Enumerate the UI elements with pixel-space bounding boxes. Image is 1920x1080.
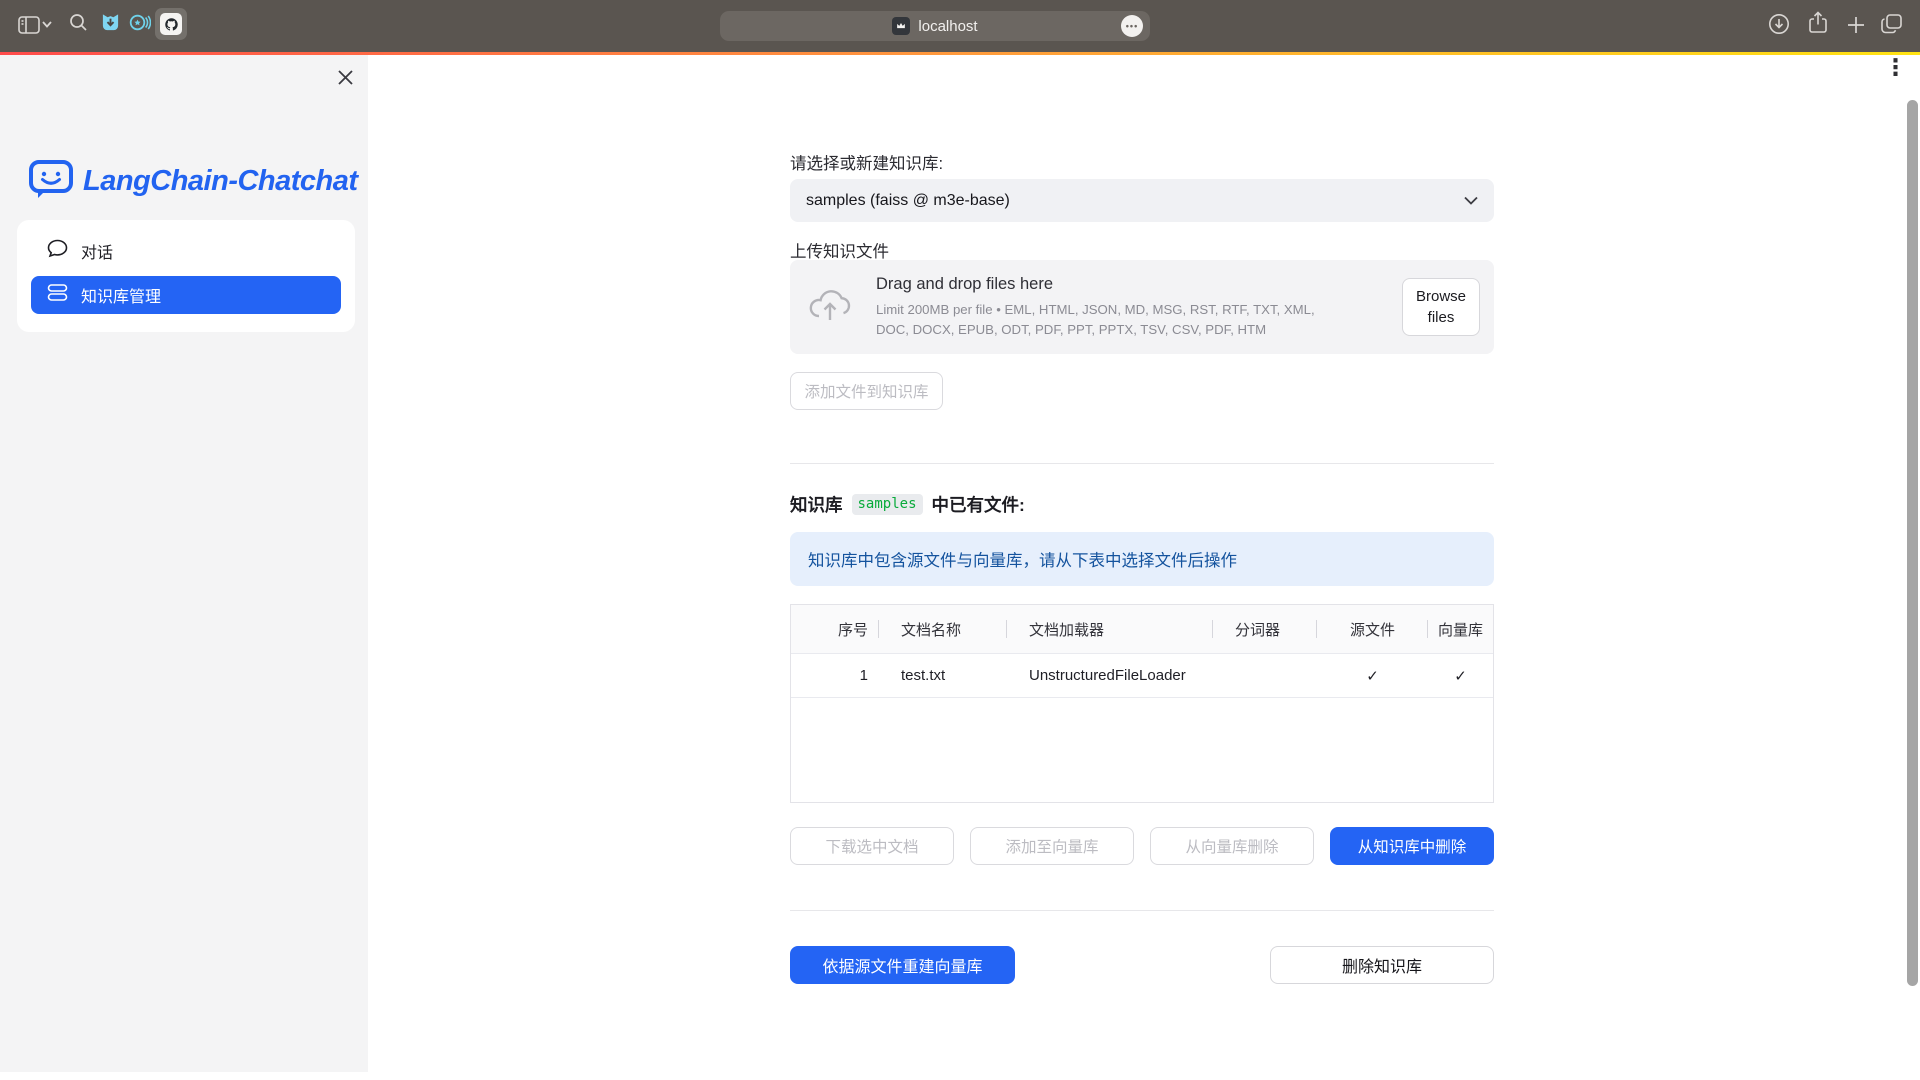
share-icon[interactable]	[1808, 11, 1828, 35]
add-to-vectorstore-button[interactable]: 添加至向量库	[970, 827, 1134, 865]
nav-item-label: 知识库管理	[81, 283, 161, 307]
delete-kb-button[interactable]: 删除知识库	[1270, 946, 1494, 984]
knowledge-base-icon	[47, 283, 68, 307]
downloads-icon[interactable]	[1768, 13, 1790, 35]
remove-from-vectorstore-button[interactable]: 从向量库删除	[1150, 827, 1314, 865]
kb-select[interactable]: samples (faiss @ m3e-base)	[790, 179, 1494, 222]
screen: localhost ••• LangChain-Chatchat	[0, 0, 1920, 1080]
download-selected-button[interactable]: 下载选中文档	[790, 827, 954, 865]
delete-from-kb-button[interactable]: 从知识库中删除	[1330, 827, 1494, 865]
upload-label: 上传知识文件	[790, 238, 889, 262]
site-favicon	[892, 17, 910, 35]
extension-github-active[interactable]	[155, 8, 187, 40]
dropzone-text: Drag and drop files here Limit 200MB per…	[876, 275, 1402, 340]
chat-icon	[47, 239, 68, 263]
col-header-index: 序号	[791, 605, 879, 653]
cloud-upload-icon	[808, 287, 852, 328]
nav-item-kb-management[interactable]: 知识库管理	[31, 276, 341, 314]
sidebar	[0, 55, 368, 1072]
table-header-row: 序号 文档名称 文档加载器 分词器 源文件 向量库	[791, 605, 1493, 653]
sidebar-close-icon[interactable]	[332, 64, 358, 90]
table-row[interactable]: 1 test.txt UnstructuredFileLoader ✓ ✓	[791, 653, 1493, 698]
address-url: localhost	[918, 18, 977, 35]
chevron-down-icon	[1464, 192, 1478, 210]
address-bar[interactable]: localhost •••	[720, 11, 1150, 41]
sidebar-toggle-icon[interactable]	[18, 15, 40, 35]
kb-name-code: samples	[852, 494, 923, 515]
file-actions: 下载选中文档 添加至向量库 从向量库删除 从知识库中删除	[790, 827, 1494, 865]
address-more-button[interactable]: •••	[1121, 15, 1143, 37]
kb-files-table: 序号 文档名称 文档加载器 分词器 源文件 向量库 1 test.txt Uns…	[790, 604, 1494, 803]
dropzone-hint: Limit 200MB per file • EML, HTML, JSON, …	[876, 300, 1328, 340]
cell-vectorstore-check: ✓	[1428, 654, 1493, 697]
extension-reader-icon[interactable]	[129, 13, 151, 32]
col-header-splitter: 分词器	[1213, 605, 1317, 653]
kb-select-label: 请选择或新建知识库:	[790, 150, 943, 174]
col-header-filename: 文档名称	[879, 605, 1007, 653]
col-header-loader: 文档加载器	[1007, 605, 1213, 653]
page-menu-icon[interactable]: ⋮	[1884, 56, 1907, 79]
rebuild-vectorstore-button[interactable]: 依据源文件重建向量库	[790, 946, 1015, 984]
heading-prefix: 知识库	[790, 492, 843, 517]
nav-item-label: 对话	[81, 239, 113, 263]
nav-item-chat[interactable]: 对话	[31, 232, 341, 270]
scrollbar-thumb[interactable]	[1907, 100, 1918, 986]
browser-toolbar: localhost •••	[0, 0, 1920, 52]
sidebar-nav: 对话 知识库管理	[17, 220, 355, 332]
extension-cat-icon[interactable]	[101, 12, 120, 32]
dropzone-title: Drag and drop files here	[876, 275, 1402, 294]
info-banner: 知识库中包含源文件与向量库，请从下表中选择文件后操作	[790, 532, 1494, 586]
new-tab-icon[interactable]	[1846, 15, 1866, 35]
cell-loader: UnstructuredFileLoader	[1007, 654, 1213, 697]
cell-filename: test.txt	[879, 654, 1007, 697]
search-icon[interactable]	[69, 13, 88, 32]
app-logo: LangChain-Chatchat	[28, 157, 358, 206]
sidebar-chevron-icon[interactable]	[42, 21, 52, 28]
add-files-button[interactable]: 添加文件到知识库	[790, 372, 943, 410]
cell-splitter	[1213, 654, 1317, 697]
divider	[790, 910, 1494, 911]
kb-files-heading: 知识库 samples 中已有文件:	[790, 492, 1025, 517]
heading-suffix: 中已有文件:	[932, 492, 1025, 517]
col-header-vectorstore: 向量库	[1428, 605, 1493, 653]
col-header-sourcefile: 源文件	[1317, 605, 1428, 653]
tab-overview-icon[interactable]	[1880, 13, 1903, 35]
cell-sourcefile-check: ✓	[1317, 654, 1428, 697]
kb-select-value: samples (faiss @ m3e-base)	[806, 192, 1010, 210]
github-icon	[160, 13, 182, 35]
browse-files-button[interactable]: Browse files	[1402, 278, 1480, 336]
chat-bubble-logo-icon	[28, 157, 74, 206]
file-dropzone[interactable]: Drag and drop files here Limit 200MB per…	[790, 260, 1494, 354]
app-logo-text: LangChain-Chatchat	[83, 165, 358, 198]
divider	[790, 463, 1494, 464]
cell-index: 1	[791, 654, 879, 697]
